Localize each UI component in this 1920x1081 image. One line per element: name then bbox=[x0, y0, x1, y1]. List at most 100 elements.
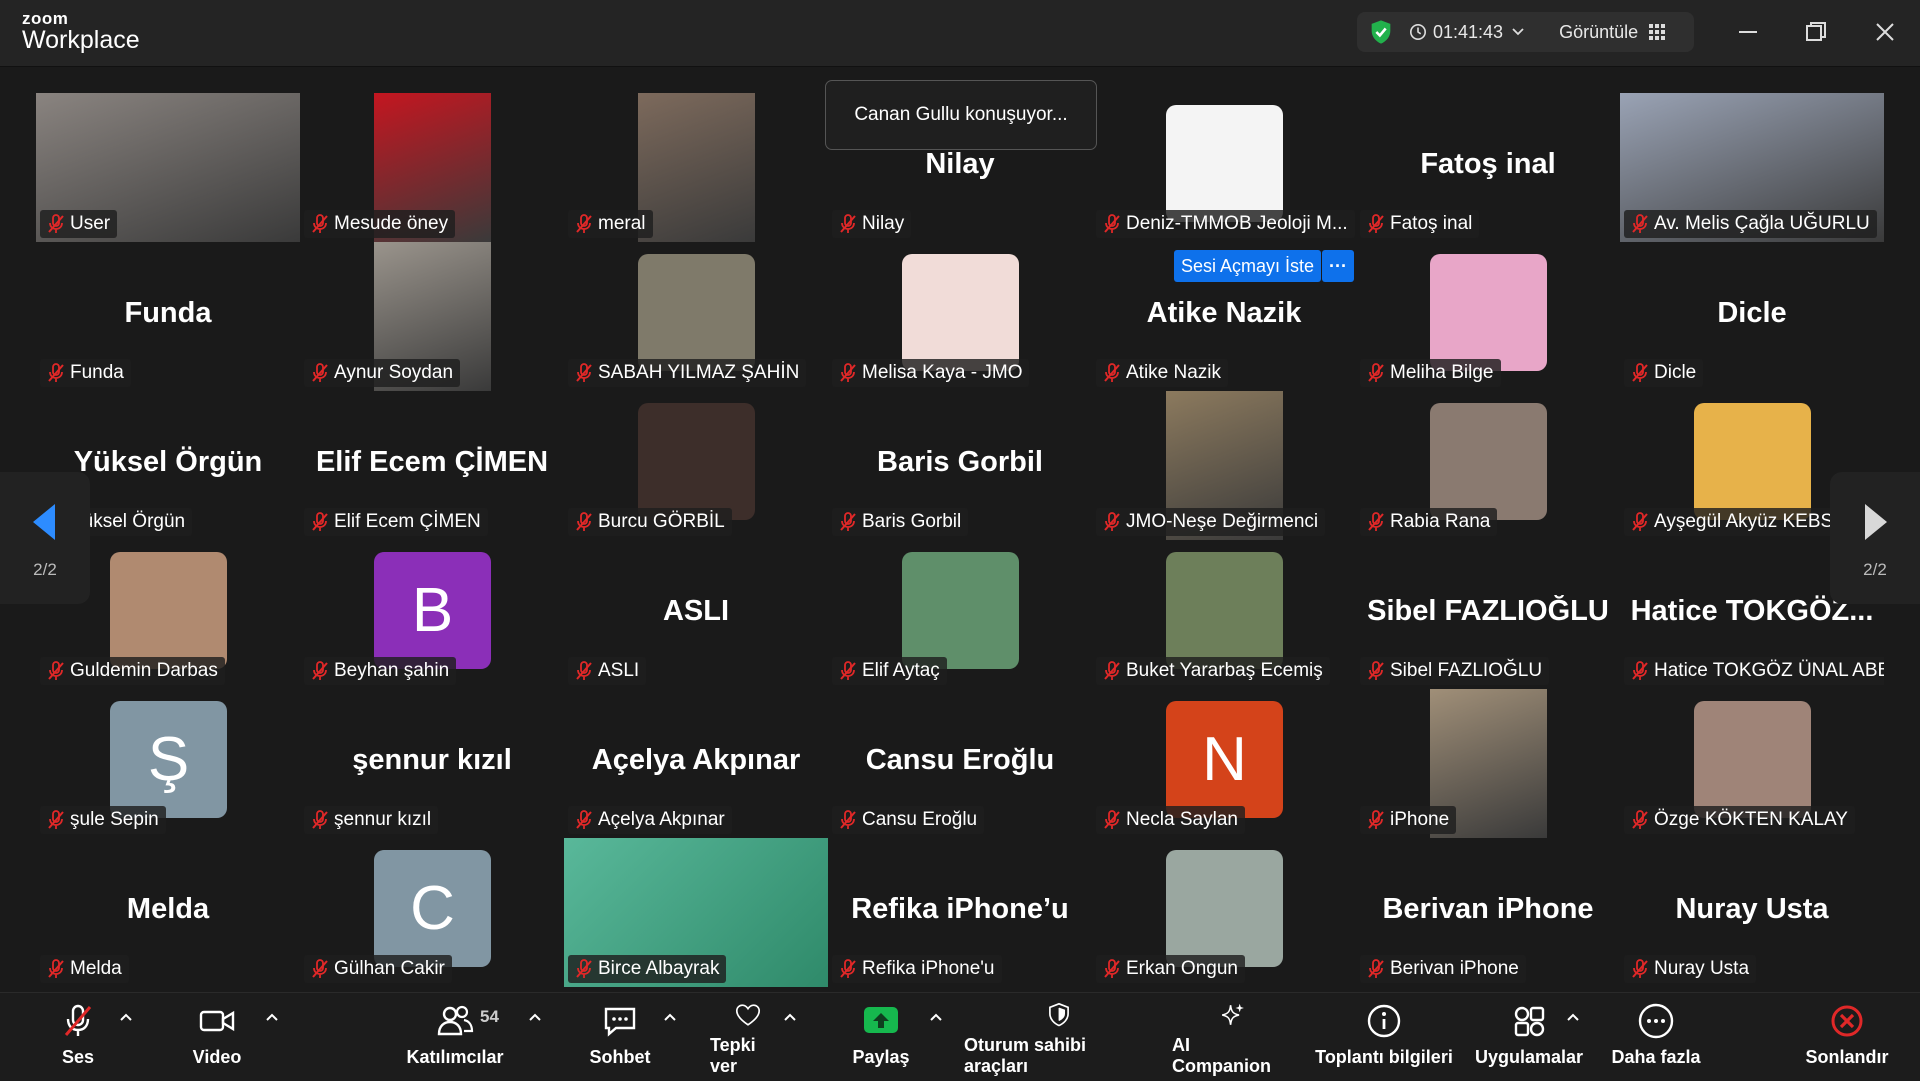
participant-tile[interactable]: Nuray Usta Nuray Usta bbox=[1620, 838, 1884, 987]
video-button[interactable]: Video bbox=[190, 1001, 244, 1077]
participant-tile[interactable]: Baris Gorbil Baris Gorbil bbox=[828, 391, 1092, 540]
react-button[interactable]: Tepki ver bbox=[710, 1001, 786, 1077]
participant-tile[interactable]: Erkan Ongun bbox=[1092, 838, 1356, 987]
participant-display-name: Atike Nazik bbox=[1146, 297, 1302, 329]
participant-tile[interactable]: Melda Melda bbox=[36, 838, 300, 987]
participant-tile[interactable]: Buket Yararbaş Ecemiş bbox=[1092, 540, 1356, 689]
participant-avatar bbox=[1430, 254, 1547, 371]
ask-to-unmute-button[interactable]: Sesi Açmayı İste bbox=[1174, 250, 1322, 282]
participant-name-label: Beyhan şahin bbox=[304, 657, 457, 685]
view-button[interactable]: Görüntüle bbox=[1559, 22, 1638, 43]
react-caret-icon[interactable] bbox=[782, 1009, 798, 1025]
chevron-down-icon[interactable] bbox=[1511, 25, 1525, 39]
participant-tile[interactable]: Açelya Akpınar Açelya Akpınar bbox=[564, 689, 828, 838]
participant-name-label: Mesude öney bbox=[304, 210, 456, 238]
host-tools-button[interactable]: Oturum sahibi araçları bbox=[964, 1001, 1154, 1077]
participant-tile[interactable]: Mesude öney bbox=[300, 93, 564, 242]
participant-avatar bbox=[1430, 403, 1547, 520]
participant-tile[interactable]: ASLI ASLI bbox=[564, 540, 828, 689]
microphone-muted-icon bbox=[311, 810, 329, 830]
meeting-info-label: Toplantı bilgileri bbox=[1315, 1047, 1453, 1067]
participant-tile[interactable]: SABAH YILMAZ ŞAHİN bbox=[564, 242, 828, 391]
participant-tile[interactable]: Elif Ecem ÇİMEN Elif Ecem ÇİMEN bbox=[300, 391, 564, 540]
participant-tile[interactable]: Berivan iPhone Berivan iPhone bbox=[1356, 838, 1620, 987]
participant-name-label: Guldemin Darbas bbox=[40, 657, 225, 685]
participant-tile[interactable]: Funda Funda bbox=[36, 242, 300, 391]
participant-tile[interactable]: Fatoş inal Fatoş inal bbox=[1356, 93, 1620, 242]
audio-options-caret-icon[interactable] bbox=[118, 1009, 134, 1025]
tile-more-options-button[interactable]: ··· bbox=[1322, 250, 1354, 282]
participant-name: şule Sepin bbox=[70, 809, 159, 830]
video-options-caret-icon[interactable] bbox=[264, 1009, 280, 1025]
share-screen-icon bbox=[864, 1007, 898, 1033]
chat-caret-icon[interactable] bbox=[662, 1009, 678, 1025]
encryption-shield-icon[interactable] bbox=[1367, 18, 1395, 46]
page-indicator-left: 2/2 bbox=[33, 560, 57, 579]
participant-tile[interactable]: Sibel FAZLIOĞLU Sibel FAZLIOĞLU bbox=[1356, 540, 1620, 689]
participant-tile[interactable]: şennur kızıl şennur kızıl bbox=[300, 689, 564, 838]
next-page-button[interactable]: 2/2 bbox=[1830, 472, 1920, 604]
participant-tile[interactable]: B Beyhan şahin bbox=[300, 540, 564, 689]
participant-tile[interactable]: C Gülhan Cakir bbox=[300, 838, 564, 987]
participant-display-name: Nuray Usta bbox=[1675, 893, 1829, 925]
participant-tile[interactable]: Burcu GÖRBİL bbox=[564, 391, 828, 540]
more-button[interactable]: Daha fazla bbox=[1610, 1001, 1702, 1077]
chat-label: Sohbet bbox=[589, 1047, 651, 1067]
participant-tile[interactable]: Şşule Sepin bbox=[36, 689, 300, 838]
video-camera-icon bbox=[199, 1010, 235, 1032]
participant-name: Nuray Usta bbox=[1654, 958, 1750, 979]
share-caret-icon[interactable] bbox=[928, 1009, 944, 1025]
participant-tile[interactable]: Dicle Dicle bbox=[1620, 242, 1884, 391]
logo-product-text: Workplace bbox=[22, 26, 140, 54]
participant-display-name: Baris Gorbil bbox=[877, 446, 1043, 478]
audio-button[interactable]: Ses bbox=[56, 1001, 100, 1077]
participant-tile[interactable]: meral bbox=[564, 93, 828, 242]
close-icon[interactable] bbox=[1870, 17, 1900, 47]
microphone-muted-icon bbox=[1103, 512, 1121, 532]
participant-tile[interactable]: Cansu Eroğlu Cansu Eroğlu bbox=[828, 689, 1092, 838]
participant-tile[interactable]: Av. Melis Çağla UĞURLU bbox=[1620, 93, 1884, 242]
participant-tile[interactable]: Özge KÖKTEN KALAY bbox=[1620, 689, 1884, 838]
restore-icon[interactable] bbox=[1801, 17, 1831, 47]
participant-name: User bbox=[70, 213, 111, 234]
participant-tile[interactable]: Rabia Rana bbox=[1356, 391, 1620, 540]
participant-tile[interactable]: Deniz-TMMOB Jeoloji M... bbox=[1092, 93, 1356, 242]
participant-tile[interactable]: Refika iPhone’u Refika iPhone'u bbox=[828, 838, 1092, 987]
share-screen-button[interactable]: Paylaş bbox=[852, 1001, 910, 1077]
participant-tile[interactable]: User bbox=[36, 93, 300, 242]
participant-tile[interactable]: iPhone bbox=[1356, 689, 1620, 838]
meeting-info-button[interactable]: Toplantı bilgileri bbox=[1314, 1001, 1454, 1077]
minimize-icon[interactable] bbox=[1733, 17, 1763, 47]
participant-tile[interactable]: JMO-Neşe Değirmenci bbox=[1092, 391, 1356, 540]
participants-caret-icon[interactable] bbox=[527, 1009, 543, 1025]
participant-name-label: Elif Aytaç bbox=[832, 657, 947, 685]
participant-display-name: Sibel FAZLIOĞLU bbox=[1367, 595, 1609, 627]
participant-display-name: Nilay bbox=[925, 148, 995, 180]
participant-tile[interactable]: Birce Albayrak bbox=[564, 838, 828, 987]
microphone-muted-icon bbox=[839, 810, 857, 830]
grid-view-icon[interactable] bbox=[1648, 23, 1666, 41]
apps-caret-icon[interactable] bbox=[1565, 1009, 1581, 1025]
participant-tile[interactable]: Meliha Bilge bbox=[1356, 242, 1620, 391]
participant-tile[interactable]: Melisa Kaya - JMO bbox=[828, 242, 1092, 391]
participant-name: Berivan iPhone bbox=[1390, 958, 1519, 979]
clock-icon bbox=[1409, 23, 1427, 41]
microphone-muted-icon bbox=[1367, 214, 1385, 234]
participant-tile[interactable]: N Necla Saylan bbox=[1092, 689, 1356, 838]
participants-label: Katılımcılar bbox=[406, 1047, 504, 1067]
participant-tile[interactable]: Aynur Soydan bbox=[300, 242, 564, 391]
end-meeting-button[interactable]: Sonlandır bbox=[1802, 1001, 1892, 1077]
previous-page-button[interactable]: 2/2 bbox=[0, 472, 90, 604]
participant-display-name: Elif Ecem ÇİMEN bbox=[315, 446, 549, 478]
participant-name-label: meral bbox=[568, 210, 653, 238]
meeting-timer[interactable]: 01:41:43 bbox=[1433, 22, 1503, 43]
participant-tile[interactable]: Elif Aytaç bbox=[828, 540, 1092, 689]
participant-name-label: Melda bbox=[40, 955, 129, 983]
microphone-muted-icon bbox=[47, 810, 65, 830]
participant-name-label: Rabia Rana bbox=[1360, 508, 1498, 536]
microphone-muted-icon bbox=[1367, 512, 1385, 532]
ai-companion-button[interactable]: AI Companion bbox=[1172, 1001, 1292, 1077]
chat-button[interactable]: Sohbet bbox=[589, 1001, 651, 1077]
microphone-muted-icon bbox=[839, 363, 857, 383]
participant-name: Ayşegül Akyüz KEBSE bbox=[1654, 511, 1846, 532]
